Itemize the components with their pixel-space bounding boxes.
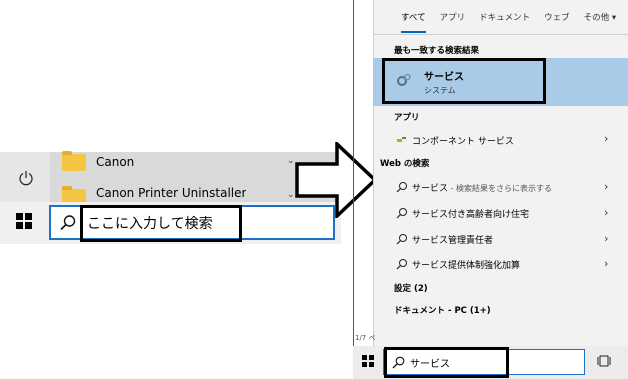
tab-divider <box>373 34 628 35</box>
chevron-right-icon[interactable]: › <box>604 232 608 245</box>
web-result-hint: - 検索結果をさらに表示する <box>448 184 552 193</box>
search-icon <box>396 234 407 245</box>
chevron-right-icon[interactable]: › <box>604 180 608 193</box>
windows-start-icon[interactable] <box>16 213 32 229</box>
chevron-down-icon[interactable]: ⌄ <box>287 156 295 166</box>
web-result-label: サービス - 検索結果をさらに表示する <box>412 181 552 194</box>
app-item-canon-printer-uninstaller[interactable]: Canon Printer Uninstaller <box>62 186 246 202</box>
divider <box>353 0 354 379</box>
chevron-down-icon[interactable]: ⌄ <box>287 190 295 200</box>
web-result-text: サービス <box>412 184 449 194</box>
windows-start-icon[interactable] <box>362 355 374 367</box>
power-icon[interactable] <box>16 168 36 188</box>
search-tabs: すべて アプリ ドキュメント ウェブ その他 ▾ <box>373 0 628 34</box>
tab-all[interactable]: すべて <box>401 11 426 33</box>
documents-heading[interactable]: ドキュメント - PC (1+) <box>394 304 491 316</box>
search-icon <box>396 259 407 270</box>
tab-web[interactable]: ウェブ <box>544 11 570 23</box>
apps-heading: アプリ <box>394 113 420 123</box>
tab-apps[interactable]: アプリ <box>440 11 466 23</box>
task-view-icon[interactable] <box>597 354 611 368</box>
highlight-frame <box>80 205 242 242</box>
search-icon <box>396 208 407 219</box>
web-result-label: サービス提供体制強化加算 <box>412 261 521 271</box>
web-search-heading: Web の検索 <box>380 159 430 169</box>
app-label: Canon Printer Uninstaller <box>96 186 247 200</box>
tab-more[interactable]: その他 ▾ <box>584 11 616 23</box>
highlight-frame <box>384 347 509 378</box>
web-result-label: サービス付き高齢者向け住宅 <box>412 210 530 220</box>
folder-icon <box>62 186 86 202</box>
app-label: Canon <box>96 155 135 169</box>
right-arrow-icon <box>295 142 378 218</box>
settings-heading[interactable]: 設定 (2) <box>394 282 428 294</box>
page-indicator: 1/7 ペ <box>355 334 376 342</box>
web-result-label: サービス管理責任者 <box>412 236 494 246</box>
folder-icon <box>62 150 86 171</box>
tab-documents[interactable]: ドキュメント <box>479 11 530 23</box>
highlight-frame <box>382 58 546 104</box>
app-item-canon[interactable]: Canon <box>62 150 135 173</box>
chevron-right-icon[interactable]: › <box>604 257 608 270</box>
search-icon <box>60 215 76 231</box>
app-result-label: コンポーネント サービス <box>412 137 514 147</box>
chevron-right-icon[interactable]: › <box>604 206 608 219</box>
chevron-right-icon[interactable]: › <box>604 132 608 145</box>
search-icon <box>396 182 407 193</box>
best-match-heading: 最も一致する検索結果 <box>394 46 480 56</box>
component-services-icon <box>397 137 406 142</box>
